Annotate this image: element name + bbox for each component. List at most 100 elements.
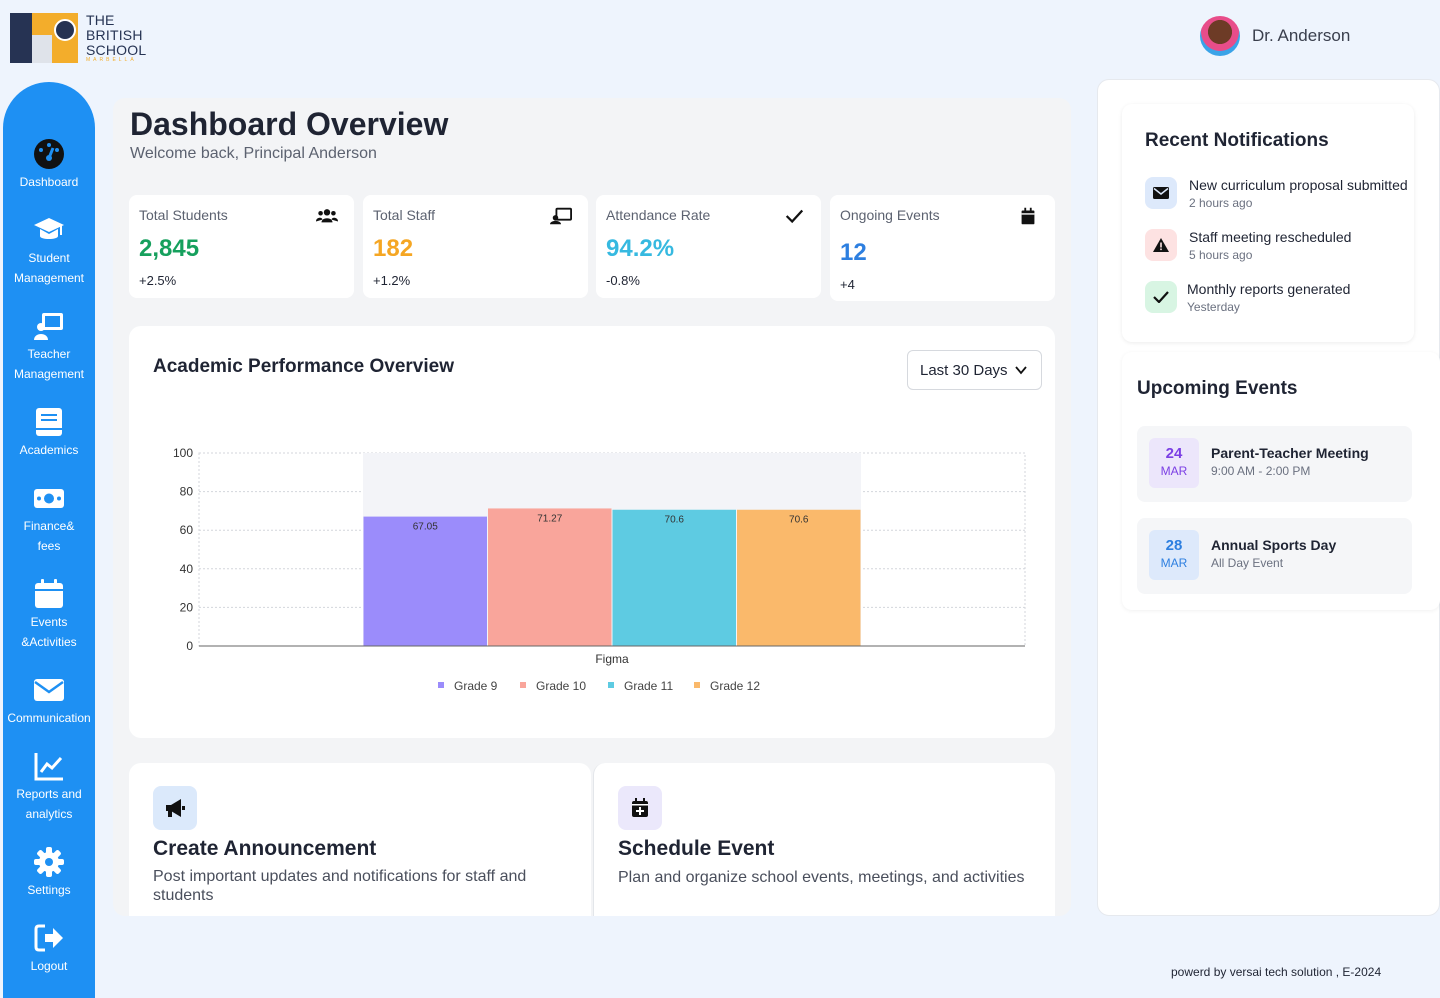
sidebar-item-label: Reports and analytics	[16, 787, 82, 821]
sidebar-item-label: Academics	[19, 443, 79, 457]
stat-label: Total Students	[139, 207, 228, 223]
check-icon	[1153, 291, 1169, 303]
sidebar-item-teacher-management[interactable]: Teacher Management	[3, 310, 95, 384]
stat-change: -0.8%	[606, 273, 640, 288]
notification-time: 2 hours ago	[1189, 196, 1253, 210]
stat-card-total-staff[interactable]: Total Staff 182 +1.2%	[363, 195, 588, 298]
y-tick-label: 20	[180, 600, 194, 614]
notifications-title: Recent Notifications	[1145, 130, 1329, 151]
money-icon	[34, 489, 64, 508]
footer-credit: powerd by versai tech solution , E-2024	[1171, 965, 1382, 979]
sidebar-item-label: Finance& fees	[23, 519, 75, 553]
schedule-event-card[interactable]: Schedule Event Plan and organize school …	[593, 763, 1055, 916]
event-title: Annual Sports Day	[1211, 537, 1337, 553]
y-tick-label: 80	[180, 485, 194, 499]
sidebar-item-label: Teacher Management	[13, 347, 85, 381]
sidebar-item-communication[interactable]: Communication	[3, 674, 95, 728]
notification-time: 5 hours ago	[1189, 248, 1253, 262]
check-icon	[785, 209, 804, 224]
top-header: THE BRITISH SCHOOL MARBELLA Dr. Anderson	[0, 0, 1440, 76]
sidebar-item-student-management[interactable]: Student Management	[3, 214, 95, 288]
megaphone-icon	[166, 799, 185, 817]
stat-value: 94.2%	[606, 235, 675, 262]
teacher-board-icon	[550, 207, 572, 225]
logo-line: BRITISH	[86, 27, 143, 43]
notification-text: Monthly reports generated	[1187, 281, 1351, 297]
y-tick-label: 100	[173, 446, 193, 460]
calendar-icon	[1021, 207, 1035, 225]
action-title: Create Announcement	[153, 837, 377, 860]
event-item[interactable]: 24 MAR Parent-Teacher Meeting 9:00 AM - …	[1137, 426, 1412, 502]
sidebar-item-label: Dashboard	[19, 175, 79, 189]
logo-block	[32, 13, 52, 35]
bar-grade-9	[363, 516, 487, 646]
action-description: Post important updates and notifications…	[153, 868, 527, 904]
page-title: Dashboard Overview	[130, 106, 449, 142]
bar-data-label: 70.6	[789, 515, 809, 526]
notification-icon-box	[1145, 229, 1177, 261]
stat-change: +2.5%	[139, 273, 177, 288]
dashboard-gauge-icon	[34, 139, 64, 169]
sidebar-item-reports[interactable]: Reports and analytics	[3, 750, 95, 824]
legend-swatch	[608, 682, 614, 688]
bar-data-label: 71.27	[537, 513, 562, 524]
stat-label: Total Staff	[373, 207, 436, 223]
event-time: All Day Event	[1211, 556, 1284, 570]
sidebar-item-academics[interactable]: Academics	[3, 406, 95, 460]
event-date: 28 MAR	[1149, 530, 1199, 580]
users-icon	[316, 209, 338, 223]
event-month: MAR	[1160, 556, 1188, 570]
stat-card-ongoing-events[interactable]: Ongoing Events 12 +4	[830, 195, 1055, 301]
avatar[interactable]	[1200, 16, 1240, 56]
logo-block	[10, 13, 32, 63]
sidebar: Dashboard Student Management Teacher Man…	[3, 82, 95, 998]
sidebar-item-logout[interactable]: Logout	[3, 922, 95, 976]
chart-title: Academic Performance Overview	[153, 356, 454, 377]
legend-swatch	[438, 682, 444, 688]
legend-label: Grade 12	[710, 679, 760, 693]
school-logo[interactable]: THE BRITISH SCHOOL MARBELLA	[10, 13, 152, 65]
sidebar-item-settings[interactable]: Settings	[3, 846, 95, 900]
logo-line: SCHOOL	[86, 42, 147, 58]
logo-block	[32, 35, 52, 63]
y-tick-label: 0	[186, 639, 193, 653]
sidebar-item-label: Events &Activities	[21, 615, 77, 649]
stat-value: 182	[373, 235, 414, 262]
sidebar-item-events[interactable]: Events &Activities	[3, 578, 95, 652]
notification-text: Staff meeting rescheduled	[1189, 229, 1352, 245]
sidebar-item-label: Communication	[7, 711, 91, 725]
event-item[interactable]: 28 MAR Annual Sports Day All Day Event	[1137, 518, 1412, 594]
sidebar-item-label: Logout	[30, 959, 68, 973]
events-title: Upcoming Events	[1137, 378, 1298, 399]
user-name: Dr. Anderson	[1252, 26, 1351, 45]
graduation-cap-icon	[34, 218, 64, 239]
stat-label: Attendance Rate	[606, 207, 711, 223]
event-day: 24	[1165, 445, 1183, 462]
sidebar-item-finance[interactable]: Finance& fees	[3, 482, 95, 556]
x-tick-label: Figma	[595, 652, 629, 666]
performance-bar-chart: 0 20 40 60 80 100 67.05 71.27 70.6 70.6 Figma Grade…	[173, 446, 1026, 693]
date-range-select[interactable]: Last 30 Days	[907, 350, 1042, 390]
stat-card-attendance-rate[interactable]: Attendance Rate 94.2% -0.8%	[596, 195, 821, 298]
bar-data-label: 67.05	[413, 522, 438, 533]
action-description: Plan and organize school events, meeting…	[618, 869, 1025, 886]
action-icon-box	[153, 786, 197, 830]
book-icon	[36, 408, 62, 436]
create-announcement-card[interactable]: Create Announcement Post important updat…	[129, 763, 591, 916]
event-day: 28	[1165, 537, 1183, 554]
stat-label: Ongoing Events	[840, 207, 940, 223]
stat-value: 2,845	[139, 235, 200, 262]
stat-card-total-students[interactable]: Total Students 2,845 +2.5%	[129, 195, 354, 298]
legend-label: Grade 9	[454, 679, 498, 693]
y-tick-label: 60	[180, 523, 194, 537]
y-tick-label: 40	[180, 562, 194, 576]
legend-swatch	[520, 682, 526, 688]
event-month: MAR	[1160, 464, 1188, 478]
envelope-icon	[1153, 187, 1169, 199]
legend-label: Grade 10	[536, 679, 586, 693]
crest-icon	[54, 19, 76, 41]
calendar-plus-icon	[632, 798, 648, 817]
sidebar-item-dashboard[interactable]: Dashboard	[3, 138, 95, 192]
user-profile[interactable]: Dr. Anderson	[1200, 16, 1350, 56]
stat-change: +1.2%	[373, 273, 411, 288]
